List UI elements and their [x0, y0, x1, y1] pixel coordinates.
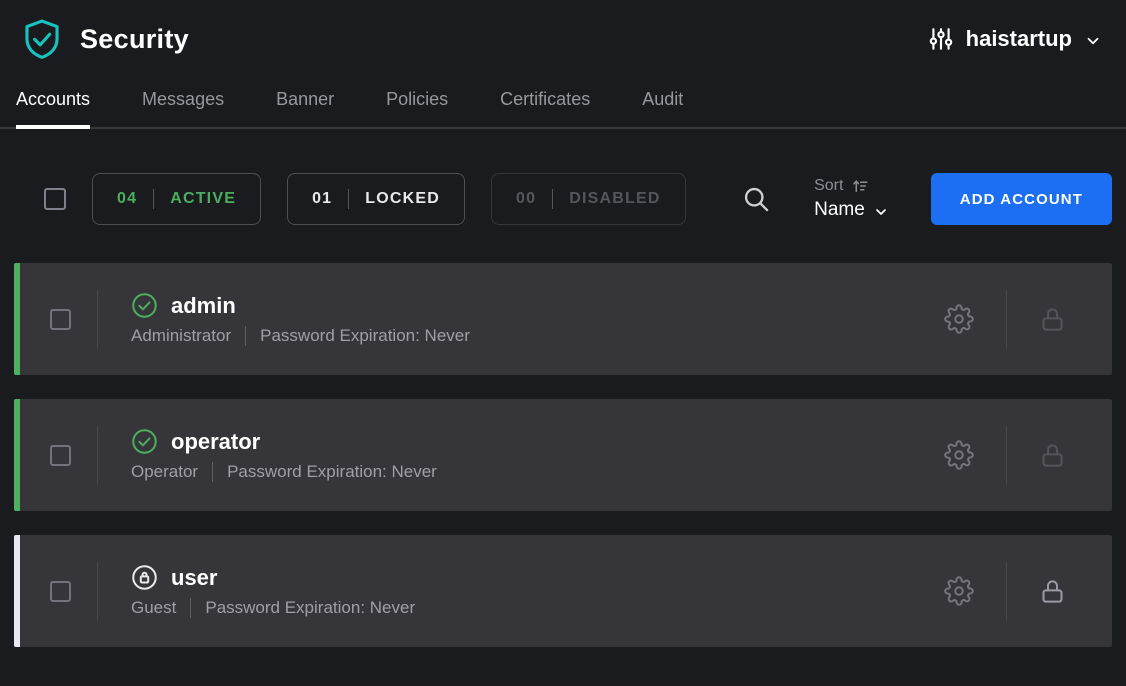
- tab-messages[interactable]: Messages: [142, 79, 224, 127]
- divider: [97, 562, 98, 620]
- array-name: haistartup: [966, 26, 1072, 52]
- filter-locked[interactable]: 01 LOCKED: [287, 173, 465, 225]
- filter-active-label: ACTIVE: [170, 190, 236, 208]
- status-stripe: [14, 399, 20, 511]
- array-selector[interactable]: haistartup: [928, 26, 1102, 52]
- gear-icon[interactable]: [944, 576, 974, 606]
- tab-banner[interactable]: Banner: [276, 79, 334, 127]
- account-role: Guest: [131, 598, 176, 618]
- sort-dropdown[interactable]: Sort Name: [814, 177, 889, 221]
- chevron-down-icon: [1084, 32, 1102, 50]
- account-info: user Guest Password Expiration: Never: [131, 564, 415, 618]
- divider: [97, 426, 98, 484]
- sort-value: Name: [814, 199, 865, 221]
- divider: [190, 598, 191, 618]
- filter-active-count: 04: [117, 190, 137, 208]
- divider: [1006, 562, 1007, 620]
- password-expiration: Password Expiration: Never: [227, 462, 437, 482]
- tab-bar: Accounts Messages Banner Policies Certif…: [0, 79, 1126, 129]
- row-checkbox[interactable]: [50, 445, 71, 466]
- row-checkbox[interactable]: [50, 309, 71, 330]
- divider: [245, 326, 246, 346]
- sort-icon: [851, 177, 869, 195]
- tab-certificates[interactable]: Certificates: [500, 79, 590, 127]
- account-info: admin Administrator Password Expiration:…: [131, 292, 470, 346]
- account-name: user: [171, 565, 217, 591]
- account-info: operator Operator Password Expiration: N…: [131, 428, 437, 482]
- account-row-admin: admin Administrator Password Expiration:…: [14, 263, 1112, 375]
- row-checkbox[interactable]: [50, 581, 71, 602]
- divider: [212, 462, 213, 482]
- accounts-toolbar: 04 ACTIVE 01 LOCKED 00 DISABLED Sort: [0, 129, 1126, 225]
- lock-icon[interactable]: [1039, 306, 1066, 333]
- divider: [97, 290, 98, 348]
- status-stripe: [14, 263, 20, 375]
- lock-circle-icon: [131, 564, 158, 591]
- sort-label: Sort: [814, 177, 843, 195]
- app-header: Security haistartup: [0, 0, 1126, 67]
- filter-locked-label: LOCKED: [365, 190, 440, 208]
- row-actions: [944, 290, 1066, 348]
- row-actions: [944, 562, 1066, 620]
- account-name: admin: [171, 293, 236, 319]
- divider: [153, 189, 154, 209]
- chevron-down-icon: [873, 204, 889, 220]
- tab-policies[interactable]: Policies: [386, 79, 448, 127]
- account-role: Administrator: [131, 326, 231, 346]
- gear-icon[interactable]: [944, 304, 974, 334]
- divider: [348, 189, 349, 209]
- status-stripe: [14, 535, 20, 647]
- filter-disabled[interactable]: 00 DISABLED: [491, 173, 686, 225]
- filter-disabled-label: DISABLED: [569, 190, 660, 208]
- divider: [552, 189, 553, 209]
- shield-check-icon: [20, 17, 64, 61]
- select-all-checkbox[interactable]: [44, 188, 66, 210]
- tab-accounts[interactable]: Accounts: [16, 79, 90, 127]
- lock-icon[interactable]: [1039, 578, 1066, 605]
- filter-disabled-count: 00: [516, 190, 536, 208]
- add-account-button[interactable]: ADD ACCOUNT: [931, 173, 1112, 225]
- account-row-user: user Guest Password Expiration: Never: [14, 535, 1112, 647]
- account-row-operator: operator Operator Password Expiration: N…: [14, 399, 1112, 511]
- row-actions: [944, 426, 1066, 484]
- divider: [1006, 290, 1007, 348]
- password-expiration: Password Expiration: Never: [260, 326, 470, 346]
- account-role: Operator: [131, 462, 198, 482]
- tab-audit[interactable]: Audit: [642, 79, 683, 127]
- filter-active[interactable]: 04 ACTIVE: [92, 173, 261, 225]
- divider: [1006, 426, 1007, 484]
- search-icon[interactable]: [742, 185, 770, 213]
- filter-locked-count: 01: [312, 190, 332, 208]
- check-circle-icon: [131, 428, 158, 455]
- check-circle-icon: [131, 292, 158, 319]
- password-expiration: Password Expiration: Never: [205, 598, 415, 618]
- lock-icon[interactable]: [1039, 442, 1066, 469]
- account-name: operator: [171, 429, 260, 455]
- page-title: Security: [80, 24, 189, 55]
- account-list: admin Administrator Password Expiration:…: [0, 225, 1126, 647]
- gear-icon[interactable]: [944, 440, 974, 470]
- sliders-icon: [928, 26, 954, 52]
